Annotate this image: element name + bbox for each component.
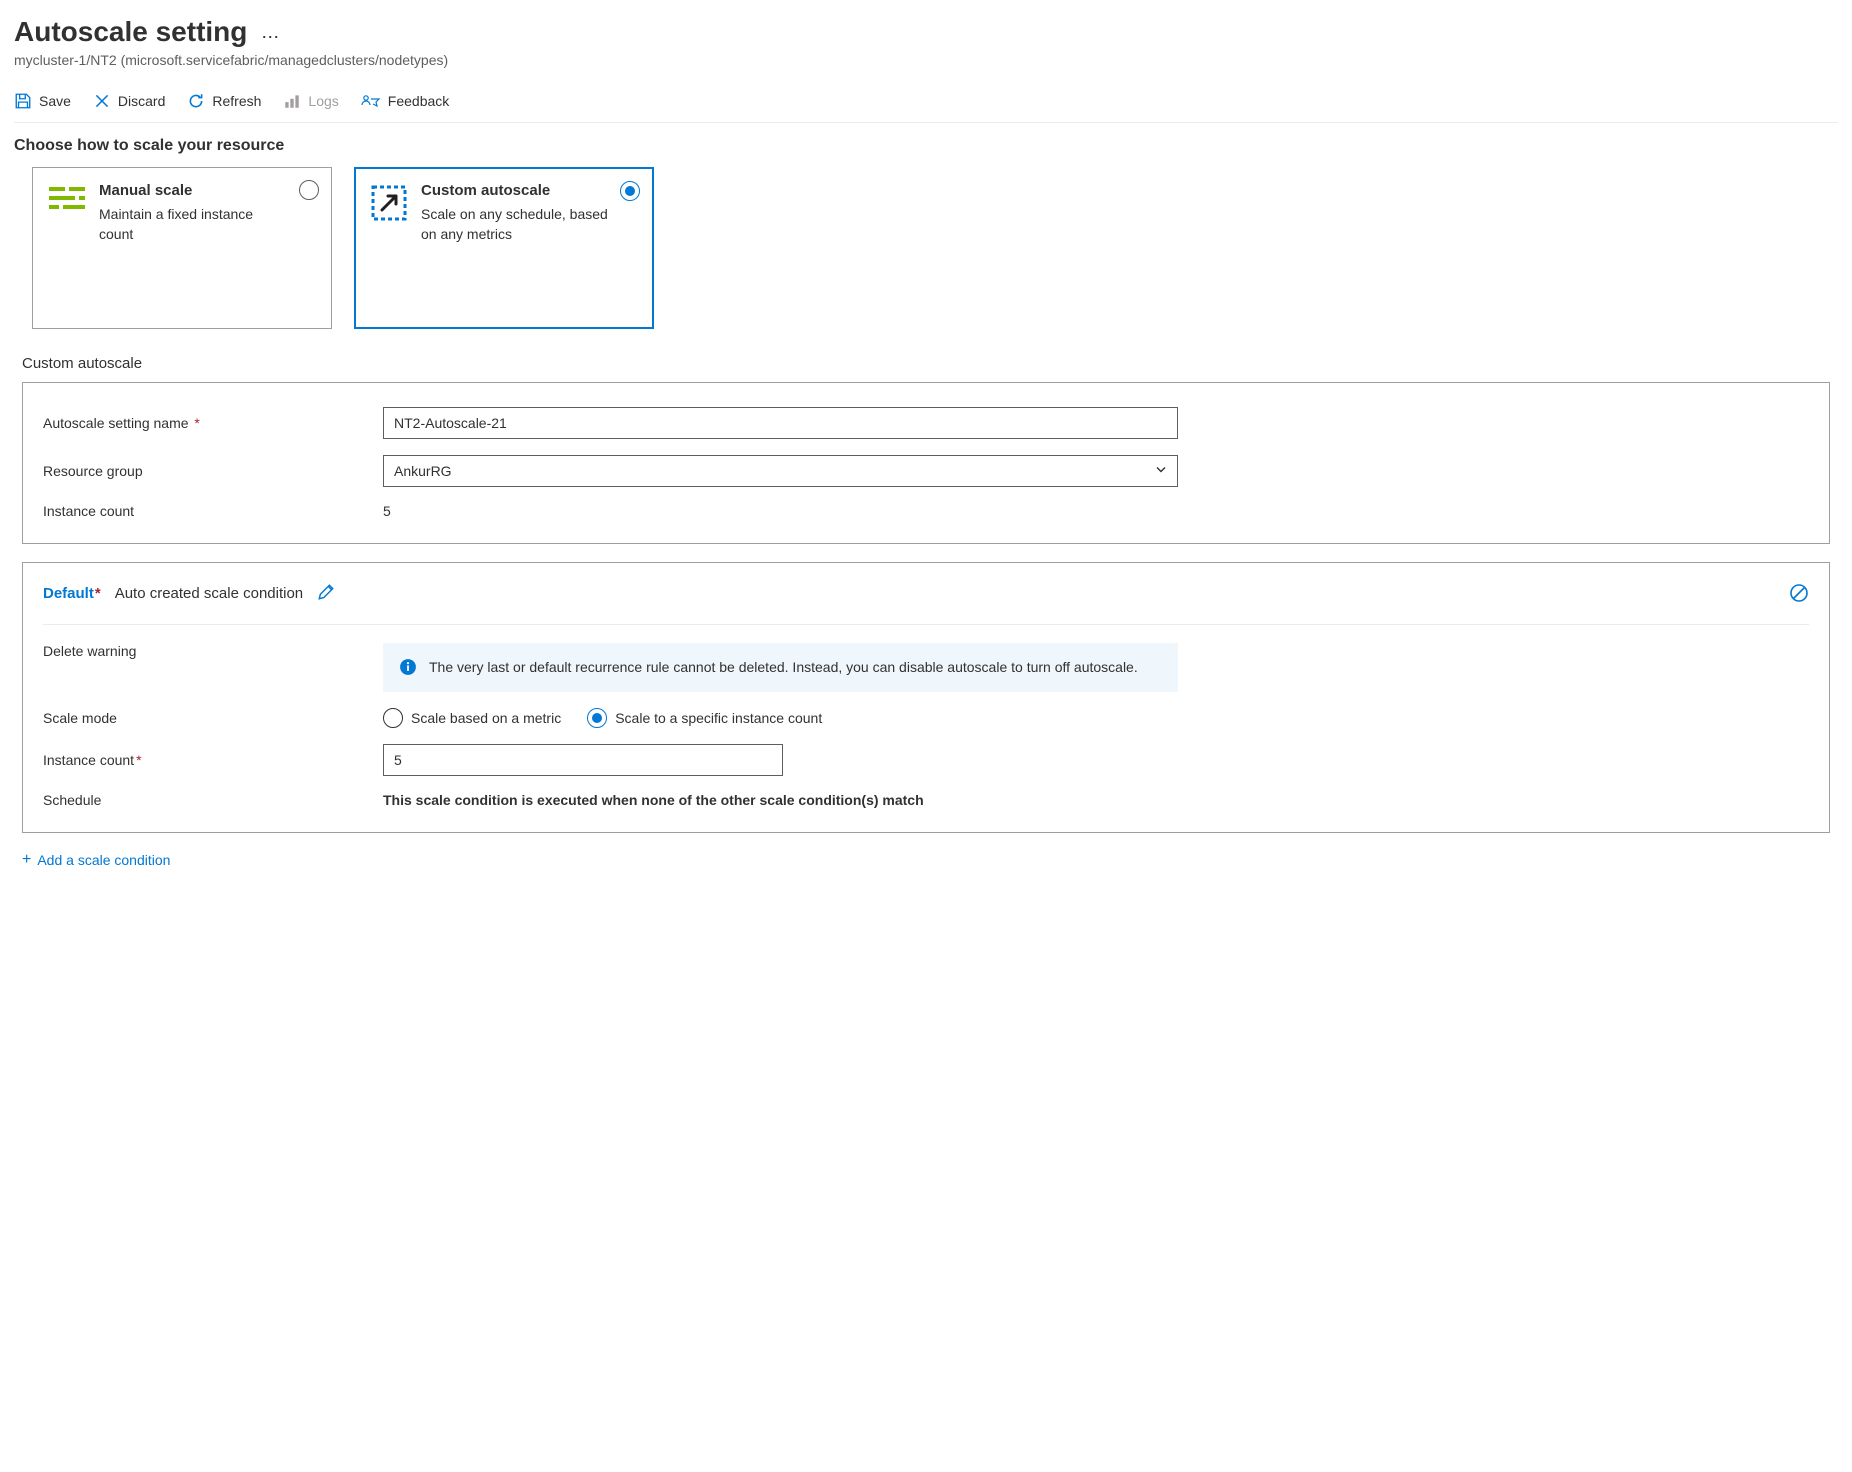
logs-button: Logs: [283, 92, 338, 110]
refresh-label: Refresh: [212, 93, 261, 109]
logs-icon: [283, 92, 301, 110]
custom-autoscale-desc: Scale on any schedule, based on any metr…: [421, 205, 611, 244]
discard-label: Discard: [118, 93, 165, 109]
info-icon: [399, 658, 417, 676]
more-icon[interactable]: ⋯: [261, 27, 280, 47]
close-icon: [93, 92, 111, 110]
resource-group-label: Resource group: [43, 463, 363, 479]
instance-count-label: Instance count: [43, 503, 363, 519]
scale-condition-panel: Default* Auto created scale condition De…: [22, 562, 1830, 833]
instance-count-value: 5: [383, 503, 391, 519]
feedback-label: Feedback: [388, 93, 449, 109]
manual-scale-title: Manual scale: [99, 182, 289, 199]
condition-name: Default*: [43, 585, 101, 602]
refresh-icon: [187, 92, 205, 110]
pencil-icon: [317, 583, 335, 601]
save-button[interactable]: Save: [14, 92, 71, 110]
custom-autoscale-card[interactable]: Custom autoscale Scale on any schedule, …: [354, 167, 654, 329]
manual-scale-desc: Maintain a fixed instance count: [99, 205, 289, 244]
save-label: Save: [39, 93, 71, 109]
autoscale-name-label: Autoscale setting name *: [43, 415, 363, 431]
scale-mode-count-label: Scale to a specific instance count: [615, 710, 822, 726]
feedback-button[interactable]: Feedback: [361, 92, 449, 110]
scale-mode-count-radio[interactable]: Scale to a specific instance count: [587, 708, 822, 728]
edit-condition-button[interactable]: [317, 583, 335, 604]
delete-warning-label: Delete warning: [43, 643, 363, 659]
discard-button[interactable]: Discard: [93, 92, 165, 110]
delete-warning-message: The very last or default recurrence rule…: [383, 643, 1178, 692]
page-subtitle: mycluster-1/NT2 (microsoft.servicefabric…: [14, 52, 1838, 68]
scale-mode-label: Scale mode: [43, 710, 363, 726]
toolbar: Save Discard Refresh Logs Feedback: [14, 86, 1838, 123]
schedule-text: This scale condition is executed when no…: [383, 792, 924, 808]
manual-scale-radio[interactable]: [299, 180, 319, 200]
refresh-button[interactable]: Refresh: [187, 92, 261, 110]
resource-group-select[interactable]: [383, 455, 1178, 487]
disable-condition-button[interactable]: [1789, 583, 1809, 606]
scale-choice-heading: Choose how to scale your resource: [14, 137, 1838, 155]
autoscale-settings-panel: Autoscale setting name * Resource group …: [22, 382, 1830, 544]
condition-instance-count-label: Instance count*: [43, 752, 363, 768]
autoscale-name-input[interactable]: [383, 407, 1178, 439]
manual-scale-card[interactable]: Manual scale Maintain a fixed instance c…: [32, 167, 332, 329]
page-title: Autoscale setting: [14, 16, 247, 48]
ban-icon: [1789, 583, 1809, 603]
logs-label: Logs: [308, 93, 338, 109]
scale-mode-metric-label: Scale based on a metric: [411, 710, 561, 726]
scale-mode-metric-radio[interactable]: Scale based on a metric: [383, 708, 561, 728]
manual-scale-icon: [47, 182, 87, 314]
custom-autoscale-radio[interactable]: [620, 181, 640, 201]
condition-subtitle: Auto created scale condition: [115, 585, 303, 602]
plus-icon: +: [22, 851, 31, 869]
save-icon: [14, 92, 32, 110]
custom-autoscale-title: Custom autoscale: [421, 182, 611, 199]
schedule-label: Schedule: [43, 792, 363, 808]
feedback-icon: [361, 92, 381, 110]
custom-autoscale-icon: [369, 182, 409, 314]
condition-instance-count-input[interactable]: [383, 744, 783, 776]
add-scale-condition-label: Add a scale condition: [37, 852, 170, 868]
custom-autoscale-section-label: Custom autoscale: [22, 355, 1838, 372]
add-scale-condition-button[interactable]: + Add a scale condition: [22, 851, 1838, 869]
